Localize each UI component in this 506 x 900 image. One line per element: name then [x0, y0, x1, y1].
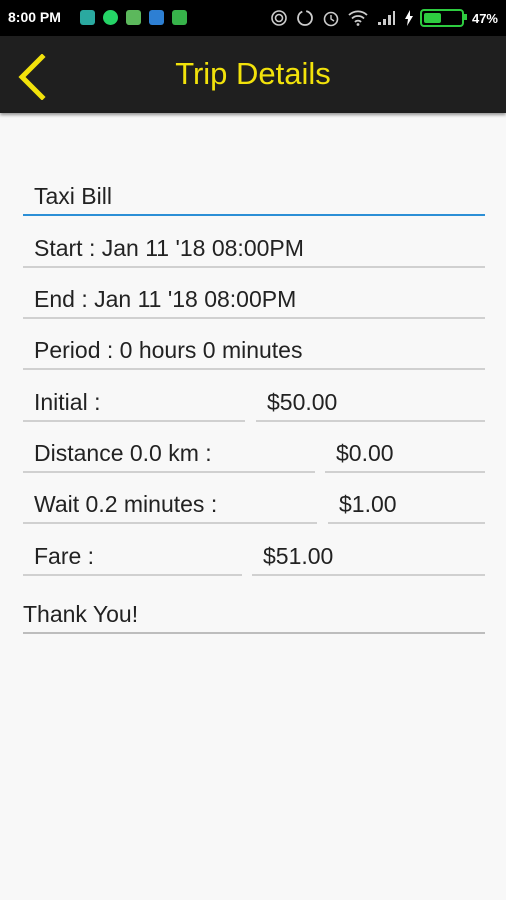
toolbar: Trip Details: [0, 36, 506, 113]
gallery-icon: [80, 10, 95, 25]
page-title: Trip Details: [175, 56, 331, 91]
charging-icon: [404, 10, 413, 26]
wifi-icon: [348, 10, 368, 26]
fare-label-field[interactable]: Fare :: [23, 536, 242, 576]
status-indicators: 47%: [262, 8, 498, 28]
distance-label-field[interactable]: Distance 0.0 km :: [23, 433, 315, 473]
status-time: 8:00 PM: [8, 9, 61, 25]
initial-value-field[interactable]: $50.00: [256, 382, 485, 422]
android-icon: [126, 10, 141, 25]
sync-icon: [297, 10, 313, 26]
alarm-icon: [323, 11, 339, 27]
wait-value-field[interactable]: $1.00: [328, 484, 485, 524]
battery-percent: 47%: [471, 10, 498, 26]
distance-value-field[interactable]: $0.00: [325, 433, 485, 473]
battery-level-fill: [423, 13, 441, 23]
battery-icon: [419, 9, 467, 27]
signal-icon: [377, 11, 395, 25]
wait-label-field[interactable]: Wait 0.2 minutes :: [23, 484, 317, 524]
hotspot-icon: [271, 10, 287, 26]
clipboard-icon: [172, 10, 187, 25]
note-field[interactable]: Thank You!: [23, 594, 485, 634]
end-time-field[interactable]: End : Jan 11 '18 08:00PM: [23, 279, 485, 319]
period-field[interactable]: Period : 0 hours 0 minutes: [23, 330, 485, 370]
whatsapp-icon: [103, 10, 118, 25]
status-bar: 8:00 PM 47%: [0, 0, 506, 36]
fare-value-field[interactable]: $51.00: [252, 536, 485, 576]
notification-icons: [80, 10, 195, 26]
cloud-icon: [149, 10, 164, 25]
initial-label-field[interactable]: Initial :: [23, 382, 245, 422]
start-time-field[interactable]: Start : Jan 11 '18 08:00PM: [23, 228, 485, 268]
bill-title-field[interactable]: Taxi Bill: [23, 176, 485, 216]
